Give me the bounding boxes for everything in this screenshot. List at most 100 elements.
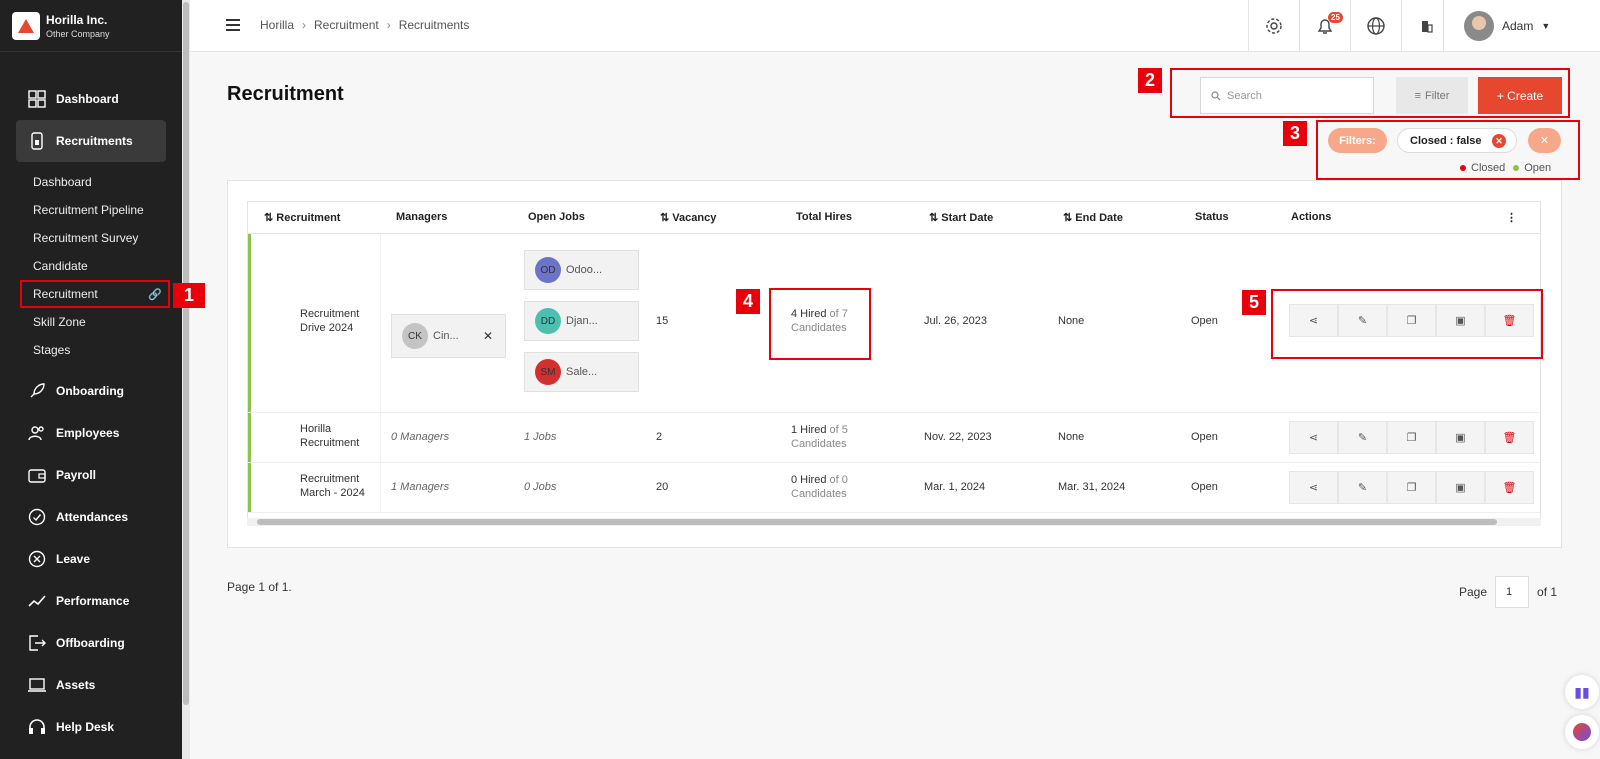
job-chip[interactable]: DD Djan...	[524, 301, 639, 341]
sidebar-item-offboarding[interactable]: Offboarding	[16, 622, 166, 664]
breadcrumb-item[interactable]: Horilla	[260, 18, 294, 32]
duplicate-button[interactable]: ❐	[1387, 471, 1436, 504]
breadcrumb-separator: ›	[386, 18, 391, 32]
search-icon	[1211, 90, 1221, 100]
table-row[interactable]: Horilla Recruitment 0 Managers 1 Jobs 2 …	[248, 413, 1540, 463]
jobs-count: 0 Jobs	[524, 481, 557, 493]
hamburger-menu-icon[interactable]	[226, 19, 240, 31]
notification-badge: 25	[1328, 12, 1343, 23]
wallet-icon	[28, 466, 46, 484]
delete-button[interactable]: 🗑	[1485, 421, 1534, 454]
start-date: Nov. 22, 2023	[924, 431, 992, 443]
search-input[interactable]: Search	[1200, 77, 1374, 114]
header-vacancy[interactable]: ⇅ Vacancy	[660, 211, 716, 224]
sidebar-item-label: Assets	[56, 678, 96, 692]
total-hires[interactable]: 1 Hired of 5 Candidates	[791, 423, 848, 451]
share-button[interactable]: ⋖	[1289, 471, 1338, 504]
remove-manager-icon[interactable]: ✕	[483, 329, 493, 343]
page-input[interactable]: 1	[1495, 576, 1530, 608]
recruitment-name[interactable]: Recruitment March - 2024	[300, 472, 380, 500]
globe-icon	[1367, 16, 1385, 35]
sub-item-recruitment[interactable]: Recruitment 🔗	[20, 280, 170, 308]
table-row[interactable]: Recruitment March - 2024 1 Managers 0 Jo…	[248, 463, 1540, 513]
x-circle-icon	[28, 550, 46, 568]
header-end-date[interactable]: ⇅ End Date	[1063, 211, 1123, 224]
brand[interactable]: Horilla Inc. Other Company	[0, 0, 182, 52]
breadcrumb-item[interactable]: Recruitment	[314, 18, 379, 32]
vacancy: 15	[656, 315, 669, 327]
job-chip[interactable]: OD Odoo...	[524, 250, 639, 290]
archive-icon: ▣	[1455, 482, 1466, 494]
filter-button[interactable]: ≡ Filter	[1396, 77, 1468, 114]
dashboard-grid-icon	[28, 90, 46, 108]
settings-button[interactable]	[1248, 0, 1299, 51]
company-logo-icon	[12, 11, 40, 40]
clear-filters-button[interactable]: ✕	[1528, 128, 1561, 153]
avatar: CK	[402, 323, 428, 349]
sub-item-dashboard[interactable]: Dashboard	[16, 168, 166, 196]
gear-icon	[1266, 17, 1282, 34]
row-actions: ⋖ ✎ ❐ ▣ 🗑	[1289, 471, 1534, 504]
legend-closed[interactable]: Closed	[1460, 162, 1505, 174]
header-recruitment[interactable]: ⇅ Recruitment	[264, 211, 340, 224]
manager-chip[interactable]: CK Cin... ✕	[391, 314, 506, 358]
language-button[interactable]	[1350, 0, 1401, 51]
ai-assistant-button[interactable]	[1565, 715, 1599, 749]
sub-item-survey[interactable]: Recruitment Survey	[16, 224, 166, 252]
sidebar-item-attendances[interactable]: Attendances	[16, 496, 166, 538]
recruitment-name[interactable]: Horilla Recruitment	[300, 422, 380, 450]
sub-item-stages[interactable]: Stages	[16, 336, 166, 364]
status: Open	[1191, 431, 1218, 443]
edit-button[interactable]: ✎	[1338, 421, 1387, 454]
check-circle-icon	[28, 508, 46, 526]
top-header: Horilla › Recruitment › Recruitments 25 …	[190, 0, 1600, 52]
sidebar-item-onboarding[interactable]: Onboarding	[16, 370, 166, 412]
sidebar-item-assets[interactable]: Assets	[16, 664, 166, 706]
total-hires[interactable]: 0 Hired of 0 Candidates	[791, 473, 848, 501]
recruitment-submenu: Dashboard Recruitment Pipeline Recruitme…	[16, 162, 170, 370]
sidebar-item-leave[interactable]: Leave	[16, 538, 166, 580]
header-open-jobs: Open Jobs	[528, 211, 585, 223]
column-options-icon[interactable]: ⋮	[1506, 211, 1517, 224]
archive-button[interactable]: ▣	[1436, 471, 1485, 504]
duplicate-button[interactable]: ❐	[1387, 421, 1436, 454]
sidebar-item-performance[interactable]: Performance	[16, 580, 166, 622]
sidebar-item-recruitments[interactable]: Recruitments	[16, 120, 166, 162]
legend-open[interactable]: Open	[1513, 162, 1551, 174]
notifications-button[interactable]: 25	[1299, 0, 1350, 51]
user-name: Adam	[1502, 18, 1534, 33]
filters-label: Filters:	[1328, 128, 1387, 153]
building-icon	[1422, 20, 1433, 33]
breadcrumb: Horilla › Recruitment › Recruitments	[260, 18, 469, 32]
filter-chip[interactable]: Closed : false ✕	[1397, 128, 1517, 153]
job-name: Odoo...	[566, 264, 603, 276]
job-chip[interactable]: SM Sale...	[524, 352, 639, 392]
sidebar-item-label: Help Desk	[56, 720, 115, 734]
user-menu[interactable]: Adam ▼	[1443, 0, 1600, 51]
sidebar-item-employees[interactable]: Employees	[16, 412, 166, 454]
sidebar-scrollbar[interactable]	[182, 0, 190, 759]
sidebar-item-label: Offboarding	[56, 636, 125, 650]
filter-chip-label: Closed : false	[1410, 134, 1482, 147]
archive-button[interactable]: ▣	[1436, 421, 1485, 454]
link-icon[interactable]: 🔗	[148, 288, 162, 301]
sub-item-skill-zone[interactable]: Skill Zone	[16, 308, 166, 336]
recruitment-name[interactable]: Recruitment Drive 2024	[300, 307, 380, 335]
sub-item-candidate[interactable]: Candidate	[16, 252, 166, 280]
edit-button[interactable]: ✎	[1338, 471, 1387, 504]
sub-item-pipeline[interactable]: Recruitment Pipeline	[16, 196, 166, 224]
sidebar-item-payroll[interactable]: Payroll	[16, 454, 166, 496]
sidebar-item-dashboard[interactable]: Dashboard	[16, 78, 166, 120]
sidebar-item-label: Payroll	[56, 468, 97, 482]
sidebar-menu: Dashboard Recruitments Dashboard Recruit…	[16, 78, 170, 748]
create-button[interactable]: + Create	[1478, 77, 1562, 114]
rocket-icon	[28, 382, 46, 400]
delete-button[interactable]: 🗑	[1485, 471, 1534, 504]
table-horizontal-scrollbar[interactable]	[247, 518, 1541, 526]
start-date: Jul. 26, 2023	[924, 315, 987, 327]
sidebar-item-help-desk[interactable]: Help Desk	[16, 706, 166, 748]
remove-filter-icon[interactable]: ✕	[1492, 134, 1506, 148]
share-button[interactable]: ⋖	[1289, 421, 1338, 454]
guide-button[interactable]: ▮▮	[1565, 675, 1599, 709]
header-start-date[interactable]: ⇅ Start Date	[929, 211, 993, 224]
